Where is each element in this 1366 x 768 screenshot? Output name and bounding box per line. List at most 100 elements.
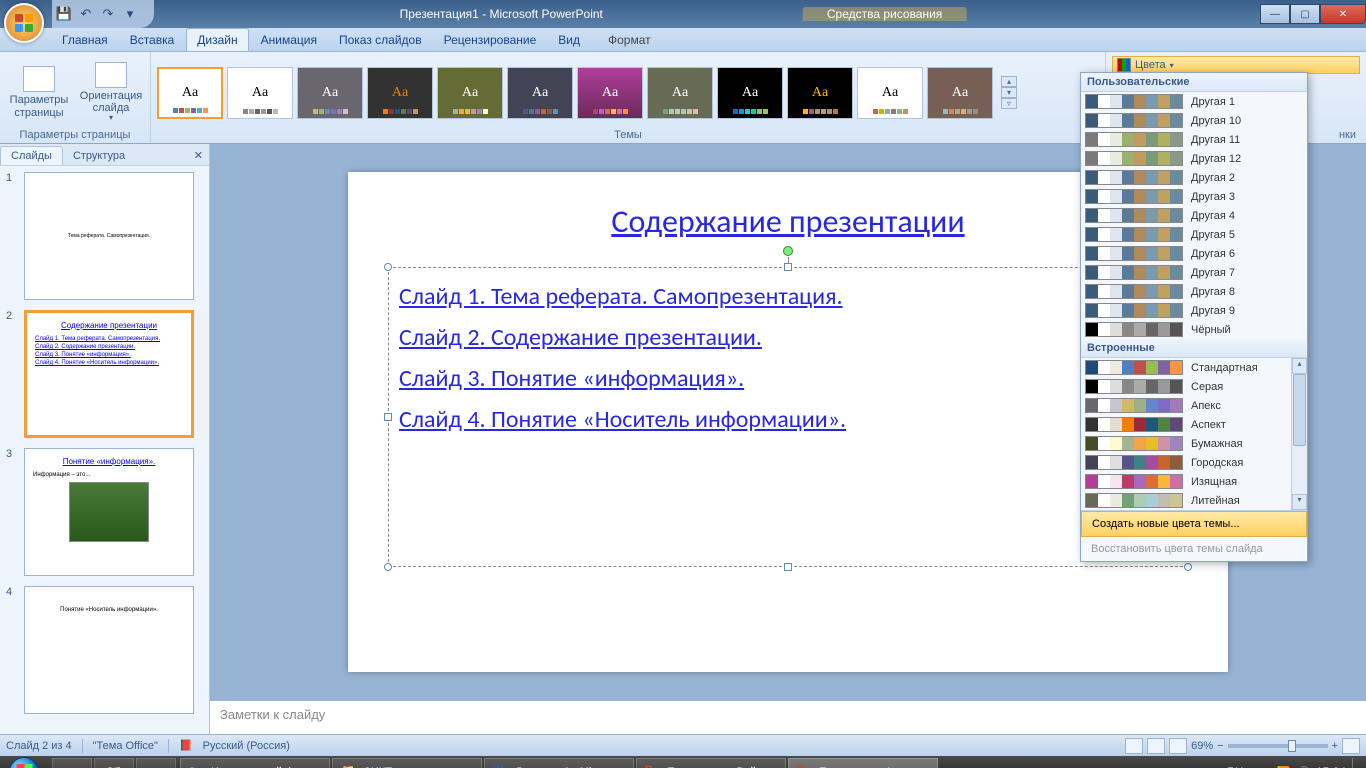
color-scheme-row[interactable]: Бумажная	[1081, 434, 1307, 453]
taskbar-item[interactable]: PПрезентация1	[788, 758, 938, 768]
resize-handle[interactable]	[1184, 563, 1192, 571]
color-scheme-row[interactable]: Другая 3	[1081, 187, 1307, 206]
content-line[interactable]: Слайд 3. Понятие «информация».	[399, 364, 1177, 393]
color-scheme-row[interactable]: Чёрный	[1081, 320, 1307, 339]
color-scheme-row[interactable]: Другая 5	[1081, 225, 1307, 244]
office-button[interactable]	[4, 3, 44, 43]
theme-thumb[interactable]: Aa	[647, 67, 713, 119]
resize-handle[interactable]	[784, 563, 792, 571]
content-line[interactable]: Слайд 1. Тема реферата. Самопрезентация.	[399, 282, 1177, 311]
taskbar-item[interactable]: 📁СИКТ	[332, 758, 482, 768]
color-scheme-row[interactable]: Серая	[1081, 377, 1307, 396]
color-scheme-row[interactable]: Другая 8	[1081, 282, 1307, 301]
color-scheme-row[interactable]: Стандартная	[1081, 358, 1307, 377]
theme-thumb[interactable]: Aa	[297, 67, 363, 119]
slide-thumb-2[interactable]: 2Содержание презентацииСлайд 1. Тема реф…	[6, 310, 203, 438]
notes-pane[interactable]: Заметки к слайду	[210, 700, 1366, 734]
rotate-handle[interactable]	[783, 246, 793, 256]
undo-icon[interactable]: ↶	[78, 6, 94, 22]
color-scheme-row[interactable]: Другая 2	[1081, 168, 1307, 187]
status-bar: Слайд 2 из 4 "Тема Office" 📕 Русский (Ро…	[0, 734, 1366, 756]
color-scheme-row[interactable]: Другая 9	[1081, 301, 1307, 320]
color-scheme-row[interactable]: Другая 6	[1081, 244, 1307, 263]
color-scheme-row[interactable]: Городская	[1081, 453, 1307, 472]
pinned-wmp-icon[interactable]: ▶	[136, 758, 176, 768]
color-scheme-row[interactable]: Апекс	[1081, 396, 1307, 415]
page-setup-button[interactable]: Параметры страницы	[6, 64, 72, 120]
resize-handle[interactable]	[384, 413, 392, 421]
slide-thumb-1[interactable]: 1Тема реферата. Самопрезентация.	[6, 172, 203, 300]
slide-thumb-4[interactable]: 4Понятие «Носитель информации».	[6, 586, 203, 714]
slide-thumb-3[interactable]: 3Понятие «информация».Информация – это..…	[6, 448, 203, 576]
resize-handle[interactable]	[384, 563, 392, 571]
view-normal-icon[interactable]	[1125, 738, 1143, 754]
theme-thumb[interactable]: Aa	[857, 67, 923, 119]
zoom-out-icon[interactable]: −	[1217, 740, 1223, 752]
pinned-ie-icon[interactable]: e	[52, 758, 92, 768]
color-scheme-row[interactable]: Другая 4	[1081, 206, 1307, 225]
taskbar-item[interactable]: PПрезентация Войн...	[636, 758, 786, 768]
theme-thumb[interactable]: Aa	[717, 67, 783, 119]
maximize-button[interactable]: ▢	[1290, 4, 1320, 24]
spellcheck-icon[interactable]: 📕	[179, 739, 193, 752]
color-scheme-row[interactable]: Литейная	[1081, 491, 1307, 510]
color-scheme-row[interactable]: Другая 10	[1081, 111, 1307, 130]
tab-review[interactable]: Рецензирование	[434, 29, 547, 51]
color-scheme-row[interactable]: Аспект	[1081, 415, 1307, 434]
zoom-slider[interactable]	[1228, 744, 1328, 748]
color-scheme-row[interactable]: Изящная	[1081, 472, 1307, 491]
view-sorter-icon[interactable]	[1147, 738, 1165, 754]
theme-thumb[interactable]: Aa	[437, 67, 503, 119]
content-line[interactable]: Слайд 2. Содержание презентации.	[399, 323, 1177, 352]
theme-thumb[interactable]: Aa	[157, 67, 223, 119]
content-line[interactable]: Слайд 4. Понятие «Носитель информации».	[399, 405, 1177, 434]
theme-thumb[interactable]: Aa	[507, 67, 573, 119]
tab-insert[interactable]: Вставка	[120, 29, 185, 51]
restore-theme-colors[interactable]: Восстановить цвета темы слайда	[1081, 537, 1307, 561]
tab-slides[interactable]: Слайды	[0, 146, 63, 165]
color-scheme-row[interactable]: Другая 11	[1081, 130, 1307, 149]
redo-icon[interactable]: ↷	[100, 6, 116, 22]
minimize-button[interactable]: —	[1260, 4, 1290, 24]
theme-thumb[interactable]: Aa	[787, 67, 853, 119]
start-button[interactable]	[0, 756, 48, 768]
tab-animation[interactable]: Анимация	[251, 29, 327, 51]
slide-title[interactable]: Содержание презентации	[388, 202, 1188, 241]
save-icon[interactable]: 💾	[56, 6, 72, 22]
qat-more-icon[interactable]: ▾	[122, 6, 138, 22]
tab-format[interactable]: Формат	[598, 29, 661, 51]
color-swatch	[1085, 170, 1183, 185]
theme-thumb[interactable]: Aa	[367, 67, 433, 119]
fit-window-icon[interactable]	[1342, 738, 1360, 754]
taskbar-item[interactable]: WДокумент1 - Micros...	[484, 758, 634, 768]
color-scheme-row[interactable]: Другая 12	[1081, 149, 1307, 168]
view-slideshow-icon[interactable]	[1169, 738, 1187, 754]
slide-counter: Слайд 2 из 4	[6, 740, 72, 752]
color-scheme-row[interactable]: Другая 7	[1081, 263, 1307, 282]
tab-slideshow[interactable]: Показ слайдов	[329, 29, 432, 51]
tab-view[interactable]: Вид	[548, 29, 590, 51]
tab-home[interactable]: Главная	[52, 29, 118, 51]
create-theme-colors[interactable]: Создать новые цвета темы...	[1081, 511, 1307, 537]
resize-handle[interactable]	[784, 263, 792, 271]
tab-outline[interactable]: Структура	[63, 147, 135, 165]
gallery-scroll[interactable]: ▴▾▿	[1001, 76, 1017, 109]
taskbar-item[interactable]: eИсторический фак...	[180, 758, 330, 768]
close-panel-icon[interactable]: ✕	[188, 146, 209, 165]
theme-thumb[interactable]: Aa	[577, 67, 643, 119]
colors-scrollbar[interactable]: ▴▾	[1291, 358, 1307, 510]
resize-handle[interactable]	[384, 263, 392, 271]
language-indicator[interactable]: Русский (Россия)	[203, 740, 290, 752]
zoom-in-icon[interactable]: +	[1332, 740, 1338, 752]
color-scheme-row[interactable]: Другая 1	[1081, 92, 1307, 111]
theme-thumb[interactable]: Aa	[227, 67, 293, 119]
tab-design[interactable]: Дизайн	[186, 28, 248, 51]
theme-thumb[interactable]: Aa	[927, 67, 993, 119]
show-desktop[interactable]	[1352, 758, 1360, 768]
pinned-explorer-icon[interactable]: 📁	[94, 758, 134, 768]
close-button[interactable]: ✕	[1320, 4, 1366, 24]
slide-orientation-button[interactable]: Ориентация слайда▾	[78, 60, 144, 125]
themes-gallery[interactable]: Aa Aa Aa Aa Aa Aa Aa Aa Aa Aa Aa Aa	[157, 67, 993, 119]
content-textbox[interactable]: Слайд 1. Тема реферата. Самопрезентация.…	[388, 267, 1188, 567]
zoom-level[interactable]: 69%	[1191, 740, 1213, 752]
